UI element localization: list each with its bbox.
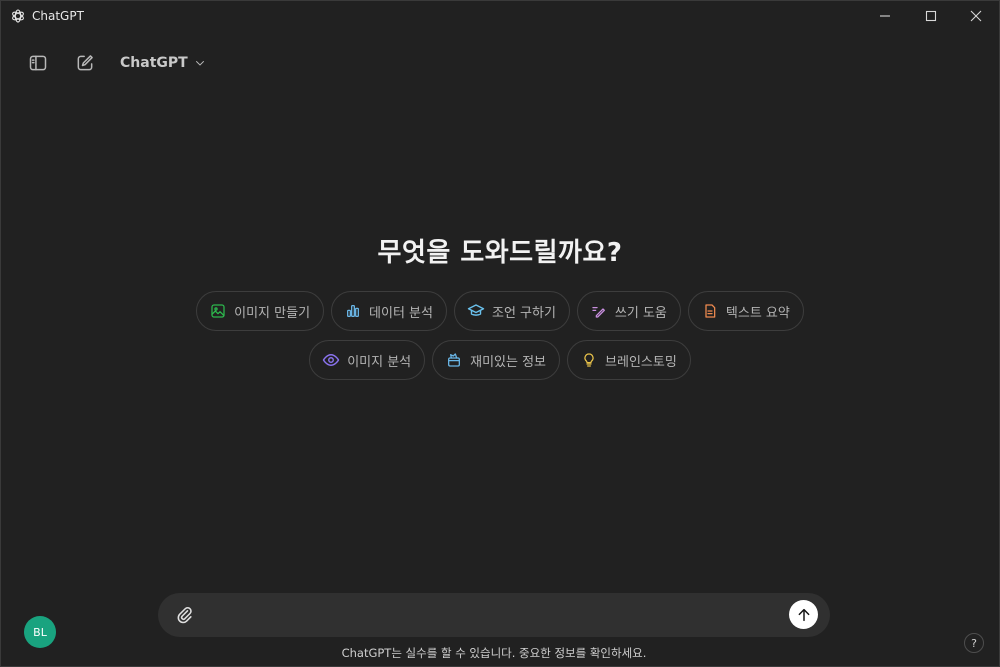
- close-button[interactable]: [953, 1, 999, 31]
- pen-icon: [592, 307, 605, 318]
- document-icon: [705, 304, 716, 318]
- avatar[interactable]: BL: [24, 616, 56, 648]
- app-window: ChatGPT ChatGPT 무엇을 도와드릴까요? 이미지 만들기 데이터 …: [0, 0, 1000, 667]
- disclaimer-text: ChatGPT는 실수를 할 수 있습니다. 중요한 정보를 확인하세요.: [341, 646, 647, 660]
- suggestion-label: 재미있는 정보: [470, 354, 547, 370]
- maximize-button[interactable]: [908, 1, 954, 31]
- suggestion-label: 데이터 분석: [369, 305, 433, 321]
- suggestion-analyze-image[interactable]: 이미지 분석: [309, 340, 426, 380]
- suggestion-label: 쓰기 도움: [614, 305, 667, 321]
- suggestion-summarize-text[interactable]: 텍스트 요약: [687, 291, 804, 331]
- suggestion-get-advice[interactable]: 조언 구하기: [453, 291, 570, 331]
- bar-chart-icon: [347, 305, 360, 317]
- help-button[interactable]: ?: [964, 633, 984, 653]
- suggestion-help-write[interactable]: 쓰기 도움: [576, 291, 681, 331]
- new-chat-button[interactable]: [68, 46, 102, 80]
- message-composer: [158, 593, 830, 637]
- message-input[interactable]: [208, 603, 782, 629]
- page-headline: 무엇을 도와드릴까요?: [377, 238, 623, 268]
- eye-icon: [322, 354, 340, 366]
- edit-icon: [77, 55, 93, 71]
- sidebar-icon: [29, 55, 47, 71]
- lightbulb-icon: [584, 353, 594, 367]
- image-icon: [211, 304, 225, 318]
- openai-logo-icon: [12, 9, 24, 23]
- suggestion-label: 이미지 분석: [347, 354, 412, 370]
- minimize-icon: [880, 15, 890, 17]
- suggestion-label: 조언 구하기: [491, 305, 556, 321]
- model-selector[interactable]: ChatGPT: [113, 48, 213, 78]
- chevron-down-icon: [195, 61, 204, 66]
- suggestion-brainstorm[interactable]: 브레인스토밍: [567, 340, 691, 380]
- model-label: ChatGPT: [120, 55, 188, 71]
- send-button[interactable]: [789, 600, 818, 629]
- sidebar-toggle-button[interactable]: [21, 46, 55, 80]
- minimize-button[interactable]: [862, 1, 908, 31]
- gift-icon: [448, 353, 461, 367]
- window-title: ChatGPT: [32, 9, 84, 23]
- suggestions-row-2: 이미지 분석 재미있는 정보 브레인스토밍: [1, 340, 999, 380]
- paperclip-icon: [177, 607, 192, 624]
- suggestions-row-1: 이미지 만들기 데이터 분석 조언 구하기 쓰기 도움 텍스트 요약: [1, 291, 999, 331]
- graduation-cap-icon: [467, 304, 485, 316]
- suggestion-label: 이미지 만들기: [234, 305, 311, 321]
- suggestion-create-image[interactable]: 이미지 만들기: [196, 291, 325, 331]
- title-bar: ChatGPT: [1, 1, 999, 31]
- suggestion-label: 브레인스토밍: [605, 354, 677, 370]
- suggestion-label: 텍스트 요약: [725, 305, 790, 321]
- maximize-icon: [925, 10, 937, 22]
- close-icon: [970, 10, 982, 22]
- attach-button[interactable]: [174, 604, 196, 626]
- suggestion-analyze-data[interactable]: 데이터 분석: [331, 291, 447, 331]
- arrow-up-icon: [798, 608, 809, 621]
- suggestion-fun-facts[interactable]: 재미있는 정보: [432, 340, 561, 380]
